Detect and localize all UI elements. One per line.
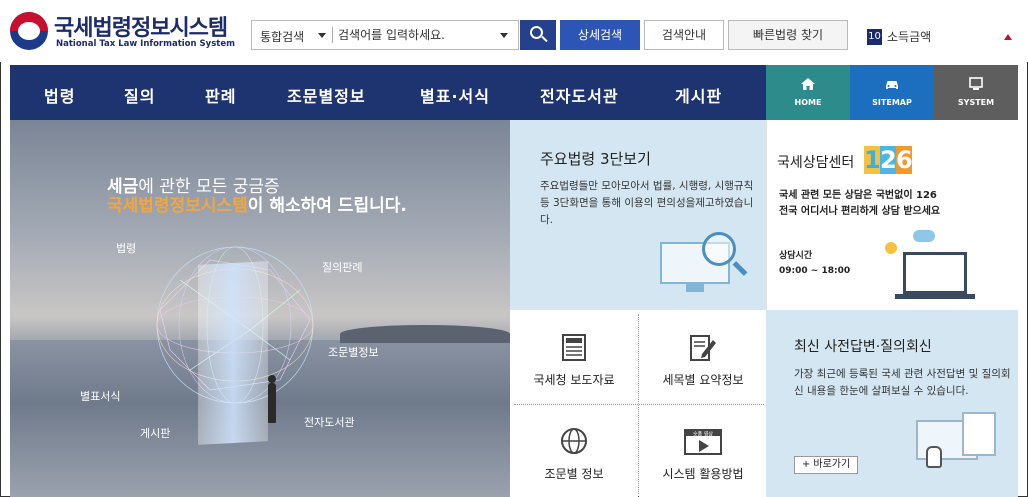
system-button[interactable]: SYSTEM: [934, 65, 1018, 120]
hero-banner: 세금에 관한 모든 궁금증 국세법령정보시스템이 해소하여 드립니다. 법령 질…: [10, 120, 510, 497]
counsel-desc-line2: 전국 어디서나 편리하게 상담 받으세요: [779, 206, 941, 217]
home-label: HOME: [794, 98, 822, 107]
tile-video-badge: 숏폼 영상: [693, 431, 713, 438]
site-header: 국세법령정보시스템 National Tax Law Information S…: [0, 0, 1028, 62]
hero-hills: [340, 325, 510, 343]
car-icon: [886, 81, 898, 89]
tile-tax-summary[interactable]: 세목별 요약정보: [639, 310, 767, 404]
tile-system-usage-label: 시스템 활용방법: [662, 467, 744, 481]
counsel-digit-3: 6: [896, 146, 915, 174]
hero-label-law[interactable]: 법령: [116, 240, 136, 256]
laptop-base: [895, 294, 975, 299]
counsel-digit-1: 1: [864, 146, 883, 174]
tile-press-release[interactable]: 국세청 보도자료: [510, 310, 638, 404]
home-button[interactable]: HOME: [766, 65, 850, 120]
major-laws-description: 주요법령들만 모아모아서 법률, 시행령, 시행규칙등 3단화면을 통해 이용의…: [540, 180, 754, 226]
counsel-title: 국세상담센터: [777, 155, 855, 171]
counsel-hours: 09:00 ~ 18:00: [779, 266, 851, 276]
tile-system-usage[interactable]: 숏폼 영상 시스템 활용방법: [639, 404, 767, 497]
document-edit-icon: [690, 335, 716, 361]
sitemap-button[interactable]: SITEMAP: [850, 65, 934, 120]
search-guide-button[interactable]: 검색안내: [644, 20, 724, 50]
popular-keyword-link[interactable]: 소득금액: [887, 28, 967, 45]
monitor-stand: [686, 284, 704, 292]
nav-item-e-library[interactable]: 전자도서관: [540, 83, 619, 107]
rank-up-arrow-icon: [1004, 34, 1012, 40]
search-input[interactable]: [338, 25, 488, 45]
document-illustration-icon: [962, 412, 996, 456]
nav-item-precedent[interactable]: 판례: [205, 83, 236, 107]
search-button[interactable]: [520, 20, 556, 50]
search-separator: [332, 27, 333, 43]
nav-item-inquiry[interactable]: 질의: [124, 83, 155, 107]
nav-item-article-info[interactable]: 조문별정보: [287, 83, 366, 107]
tile-article-info-label: 조문별 정보: [544, 467, 604, 481]
system-label: SYSTEM: [957, 98, 995, 107]
chevron-down-icon[interactable]: [318, 33, 326, 38]
hero-label-e-library[interactable]: 전자도서관: [304, 414, 355, 430]
logo-subtitle: National Tax Law Information System: [56, 39, 235, 49]
laptop-illustration-icon: [903, 252, 967, 294]
hero-light-door: [198, 261, 268, 445]
cloud-icon: [913, 230, 935, 242]
main-nav: 법령 질의 판례 조문별정보 별표·서식 전자도서관 게시판: [10, 65, 766, 120]
logo-title: 국세법령정보시스템: [54, 16, 228, 41]
recent-answers-description: 가장 최근에 등록된 국세 관련 사전답변 및 질의회신 내용을 한눈에 살펴보…: [794, 368, 1011, 397]
site-logo[interactable]: 국세법령정보시스템 National Tax Law Information S…: [10, 10, 240, 54]
hero-headline-highlight: 국세법령정보시스템: [107, 196, 248, 216]
tile-tax-summary-label: 세목별 요약정보: [662, 373, 744, 387]
video-icon: 숏폼 영상: [684, 429, 722, 455]
recent-answers-title: 최신 사전답변·질의회신: [794, 339, 932, 355]
sitemap-label: SITEMAP: [872, 98, 912, 107]
major-laws-panel[interactable]: 주요법령 3단보기 주요법령들만 모아모아서 법률, 시행령, 시행규칙등 3단…: [510, 120, 766, 310]
nav-item-board[interactable]: 게시판: [675, 83, 722, 107]
monitor-icon: [969, 77, 983, 90]
counsel-hours-label: 상담시간: [779, 251, 813, 261]
counsel-description: 국세 관련 모든 상담은 국번없이 126 전국 어디서나 편리하게 상담 받으세…: [779, 188, 940, 220]
popular-keyword-rank: 10: [867, 29, 882, 45]
recent-answers-more-button[interactable]: + 바로가기: [794, 456, 858, 474]
magnifier-handle: [732, 261, 748, 276]
tile-press-release-label: 국세청 보도자료: [533, 373, 615, 387]
search-history-dropdown-icon[interactable]: [500, 33, 508, 38]
tile-divider-horizontal: [514, 404, 764, 405]
advanced-search-button[interactable]: 상세검색: [560, 20, 640, 50]
government-emblem-icon: [10, 12, 48, 50]
hero-headline-line2-rest: 이 해소하여 드립니다.: [247, 196, 407, 216]
hero-headline-line2: 국세법령정보시스템이 해소하여 드립니다.: [107, 191, 407, 216]
hero-label-board[interactable]: 게시판: [140, 425, 170, 441]
counsel-number: 126: [864, 146, 915, 174]
tile-article-info[interactable]: 조문별 정보: [510, 404, 638, 497]
hero-label-article-info[interactable]: 조문별정보: [328, 344, 379, 360]
globe-icon: [561, 428, 587, 454]
home-icon: [801, 78, 815, 90]
hero-label-inquiry-case[interactable]: 질의판례: [322, 259, 362, 275]
search-icon-handle: [541, 35, 548, 43]
search-type-select[interactable]: 통합검색: [260, 28, 304, 45]
recent-answers-panel: 최신 사전답변·질의회신 가장 최근에 등록된 국세 관련 사전답변 및 질의회…: [766, 310, 1018, 497]
quick-law-find-button[interactable]: 빠른법령 찾기: [728, 20, 848, 50]
search-box: 통합검색: [251, 20, 519, 50]
nav-item-law[interactable]: 법령: [44, 83, 75, 107]
newspaper-icon: [562, 334, 586, 361]
pointer-hand-icon: [926, 446, 942, 468]
hero-person-silhouette: [268, 375, 276, 423]
gear-icon: [885, 242, 897, 254]
counsel-digit-2: 2: [880, 146, 899, 174]
major-laws-title: 주요법령 3단보기: [540, 150, 651, 168]
tax-counsel-center-panel[interactable]: 국세상담센터 126 국세 관련 모든 상담은 국번없이 126 전국 어디서나 …: [766, 120, 1018, 310]
magnifier-icon: [702, 232, 736, 266]
hero-label-appendix-forms[interactable]: 별표서식: [80, 388, 120, 404]
counsel-desc-line1: 국세 관련 모든 상담은 국번없이 126: [779, 190, 937, 201]
nav-item-appendix-forms[interactable]: 별표·서식: [420, 83, 490, 107]
